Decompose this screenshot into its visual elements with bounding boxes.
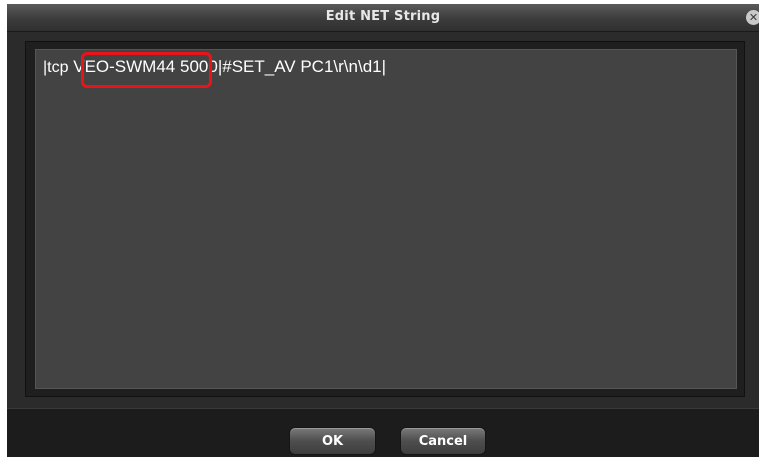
net-string-text: |tcp VEO-SWM44 5000|#SET_AV PC1\r\n\d1| [43, 57, 386, 78]
ok-button[interactable]: OK [289, 427, 376, 455]
dialog-title: Edit NET String [325, 9, 441, 24]
host-segment: VEO-SWM44 [73, 57, 176, 76]
port-command-segment: 5000|#SET_AV PC1\r\n\d1| [180, 57, 387, 76]
protocol-segment: |tcp [43, 59, 69, 76]
close-icon[interactable]: ✕ [746, 10, 759, 25]
cancel-button[interactable]: Cancel [400, 427, 486, 455]
dialog-footer: OK Cancel [7, 408, 759, 457]
edit-net-string-dialog: Edit NET String ✕ |tcp VEO-SWM44 5000|#S… [7, 4, 759, 457]
net-string-textarea[interactable]: |tcp VEO-SWM44 5000|#SET_AV PC1\r\n\d1| [35, 49, 737, 389]
editor-frame: |tcp VEO-SWM44 5000|#SET_AV PC1\r\n\d1| [25, 41, 745, 397]
dialog-titlebar[interactable]: Edit NET String ✕ [7, 4, 759, 32]
